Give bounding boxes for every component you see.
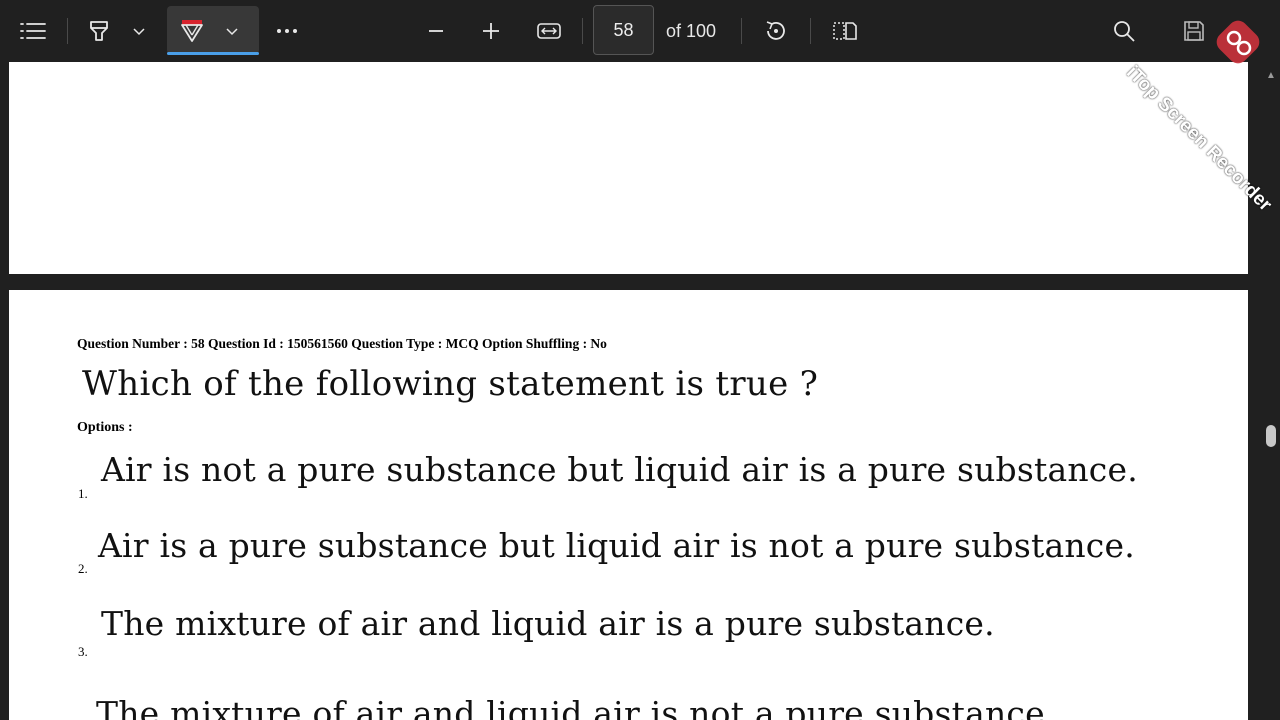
plus-icon[interactable] (475, 0, 507, 62)
save-icon[interactable] (1178, 0, 1210, 62)
page-number-input[interactable]: 58 (593, 5, 654, 55)
scrollbar-thumb[interactable] (1266, 425, 1276, 447)
draw-dropdown-chevron-icon[interactable] (221, 0, 243, 62)
option-text: The mixture of air and liquid air is a p… (101, 604, 995, 643)
previous-page (9, 62, 1248, 274)
scroll-up-arrow-icon[interactable]: ▲ (1266, 70, 1276, 81)
toolbar-divider (67, 18, 68, 44)
search-icon[interactable] (1108, 0, 1140, 62)
option-number: 3. (78, 644, 88, 659)
current-page: Question Number : 58 Question Id : 15056… (9, 290, 1248, 720)
option-text: Air is a pure substance but liquid air i… (98, 526, 1135, 565)
toolbar-divider (741, 18, 742, 44)
ellipsis-icon[interactable] (271, 0, 303, 62)
highlighter-icon[interactable] (82, 0, 116, 62)
options-label: Options : (77, 420, 133, 435)
vertical-scrollbar[interactable] (1262, 62, 1280, 720)
document-viewport[interactable]: Question Number : 58 Question Id : 15056… (0, 62, 1280, 720)
pdf-toolbar: 58 of 100 (0, 0, 1280, 62)
pen-icon[interactable] (175, 0, 209, 62)
option-text: Air is not a pure substance but liquid a… (101, 450, 1138, 489)
list-icon[interactable] (14, 0, 52, 62)
option-number: 2. (78, 561, 88, 576)
toolbar-divider (582, 18, 583, 44)
question-text: Which of the following statement is true… (82, 364, 819, 404)
rotate-icon[interactable] (760, 0, 792, 62)
highlighter-dropdown-chevron-icon[interactable] (128, 0, 150, 62)
fit-width-icon[interactable] (532, 0, 566, 62)
toolbar-divider (810, 18, 811, 44)
page-total-label: of 100 (666, 21, 717, 41)
minus-icon[interactable] (420, 0, 452, 62)
question-meta: Question Number : 58 Question Id : 15056… (77, 336, 607, 351)
option-number: 1. (78, 486, 88, 501)
page-view-icon[interactable] (828, 0, 862, 62)
option-text: The mixture of air and liquid air is not… (96, 694, 1056, 720)
